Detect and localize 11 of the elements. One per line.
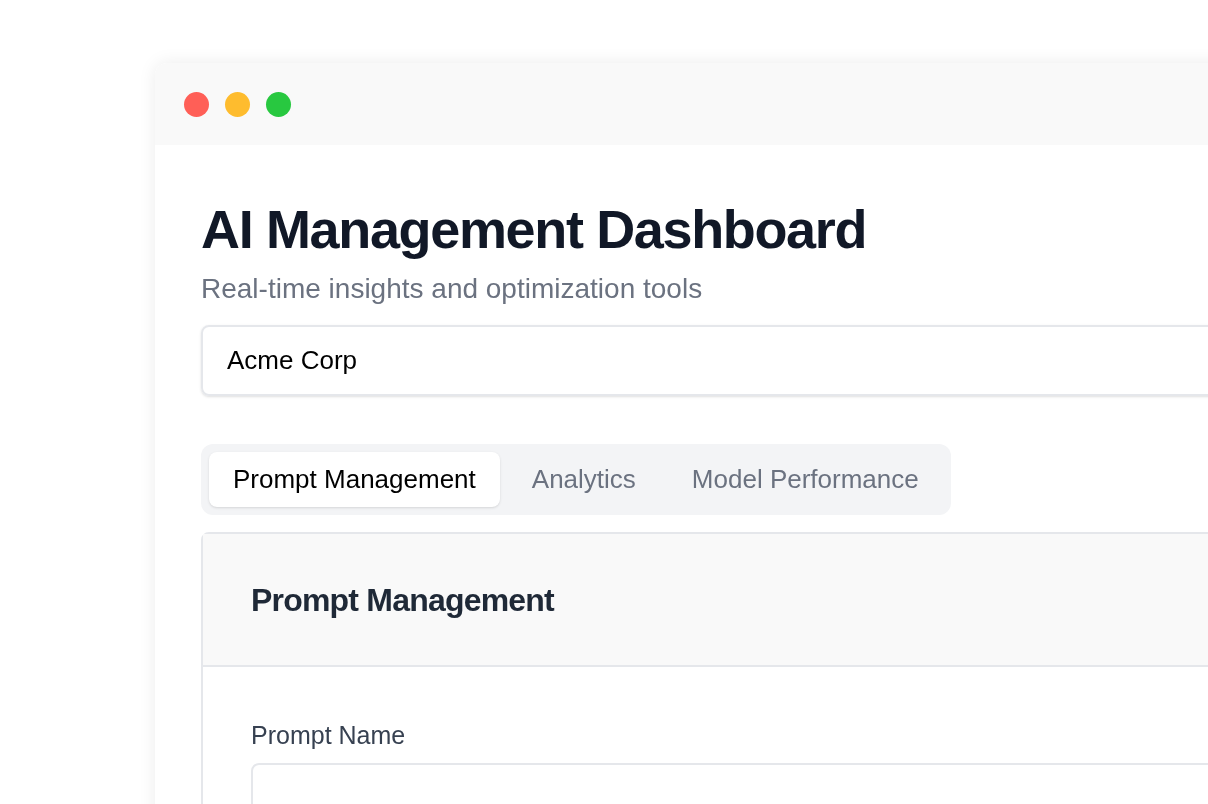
tab[interactable]: Analytics <box>507 452 660 507</box>
window-control-icon[interactable] <box>184 91 209 117</box>
tab[interactable]: Prompt Management <box>209 452 500 507</box>
page-title: AI Management Dashboard <box>201 198 868 261</box>
organization-field[interactable]: Acme Corp <box>201 325 1208 396</box>
page-subtitle: Real-time insights and optimization tools <box>201 272 704 306</box>
field-label: Prompt Name <box>251 720 407 751</box>
window-control-icon[interactable] <box>225 91 250 117</box>
card-title: Prompt Management <box>251 580 554 620</box>
window-control-icon[interactable] <box>266 91 291 117</box>
tab[interactable]: Model Performance <box>667 452 943 507</box>
